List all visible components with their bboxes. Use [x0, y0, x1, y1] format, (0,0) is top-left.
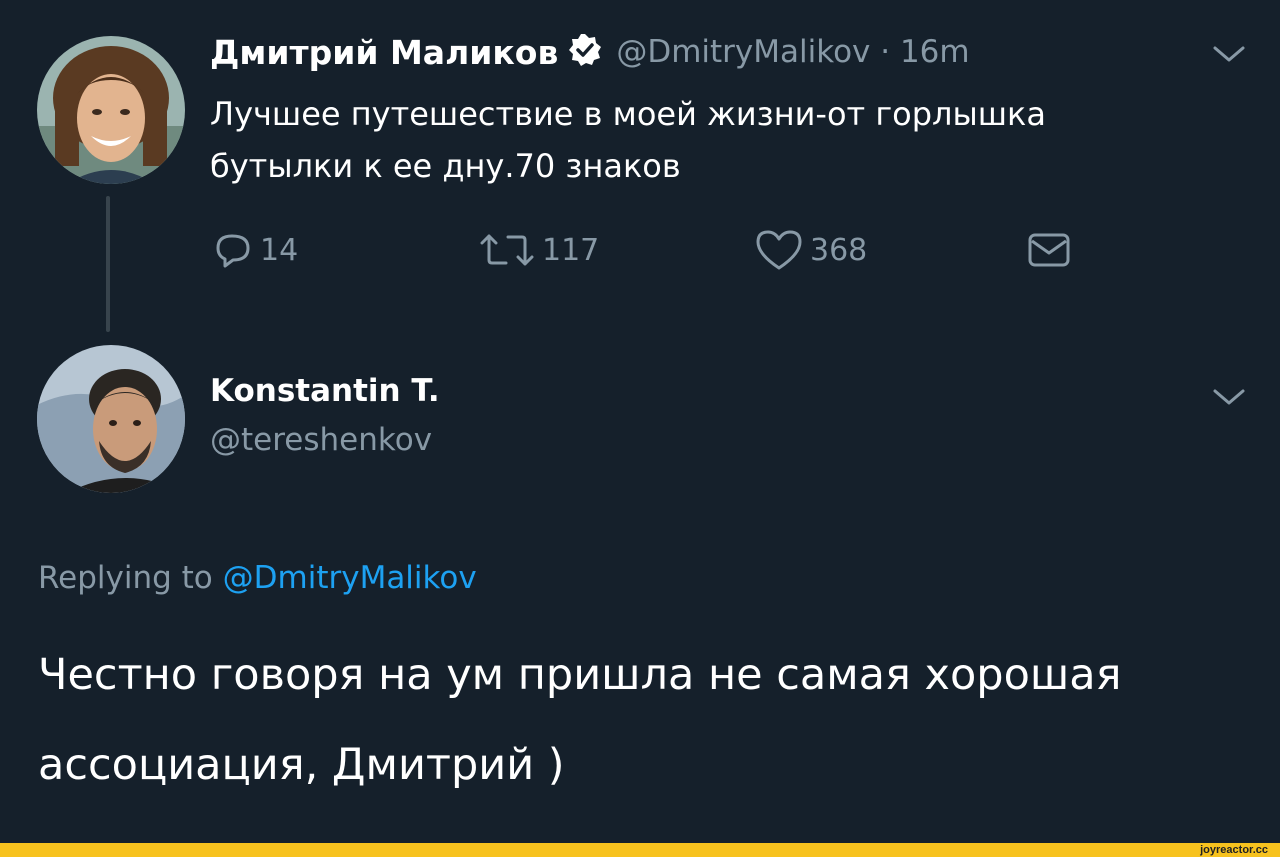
- retweet-count: 117: [542, 232, 600, 268]
- retweet-button[interactable]: 117: [478, 226, 599, 274]
- tweet1-text: Лучшее путешествие в моей жизни-от горлы…: [210, 95, 1046, 185]
- chevron-down-icon[interactable]: [1212, 386, 1246, 408]
- watermark-text: joyreactor.cc: [1200, 844, 1268, 856]
- avatar-dmitry-malikov[interactable]: [37, 36, 185, 184]
- tweet2-display-name[interactable]: Konstantin T.: [210, 373, 440, 409]
- reply-count: 14: [260, 232, 299, 268]
- reply-button[interactable]: 14: [212, 226, 298, 274]
- replying-to-line: Replying to @DmitryMalikov: [38, 560, 477, 596]
- retweet-icon: [480, 234, 534, 266]
- tweet2-handle[interactable]: @tereshenkov: [210, 422, 432, 458]
- tweet1-header: Дмитрий Маликов @DmitryMalikov · 16m: [210, 28, 970, 76]
- thread-connector-line: [106, 196, 110, 332]
- avatar-konstantin-t[interactable]: [37, 345, 185, 493]
- like-count: 368: [810, 232, 868, 268]
- tweet1-handle-time[interactable]: @DmitryMalikov · 16m: [616, 34, 969, 70]
- direct-message-button[interactable]: [1026, 226, 1078, 274]
- watermark-bar: joyreactor.cc: [0, 843, 1280, 857]
- envelope-icon: [1028, 233, 1070, 267]
- tweet2-text: Честно говоря на ум пришла не самая хоро…: [38, 650, 1122, 790]
- verified-badge-icon: [568, 33, 602, 71]
- chevron-down-icon[interactable]: [1212, 43, 1246, 65]
- heart-icon: [756, 230, 802, 270]
- like-button[interactable]: 368: [754, 226, 867, 274]
- reply-icon: [216, 234, 250, 268]
- replying-mention-link[interactable]: @DmitryMalikov: [223, 560, 477, 596]
- tweet1-display-name[interactable]: Дмитрий Маликов: [210, 33, 558, 72]
- replying-prefix: Replying to: [38, 560, 213, 596]
